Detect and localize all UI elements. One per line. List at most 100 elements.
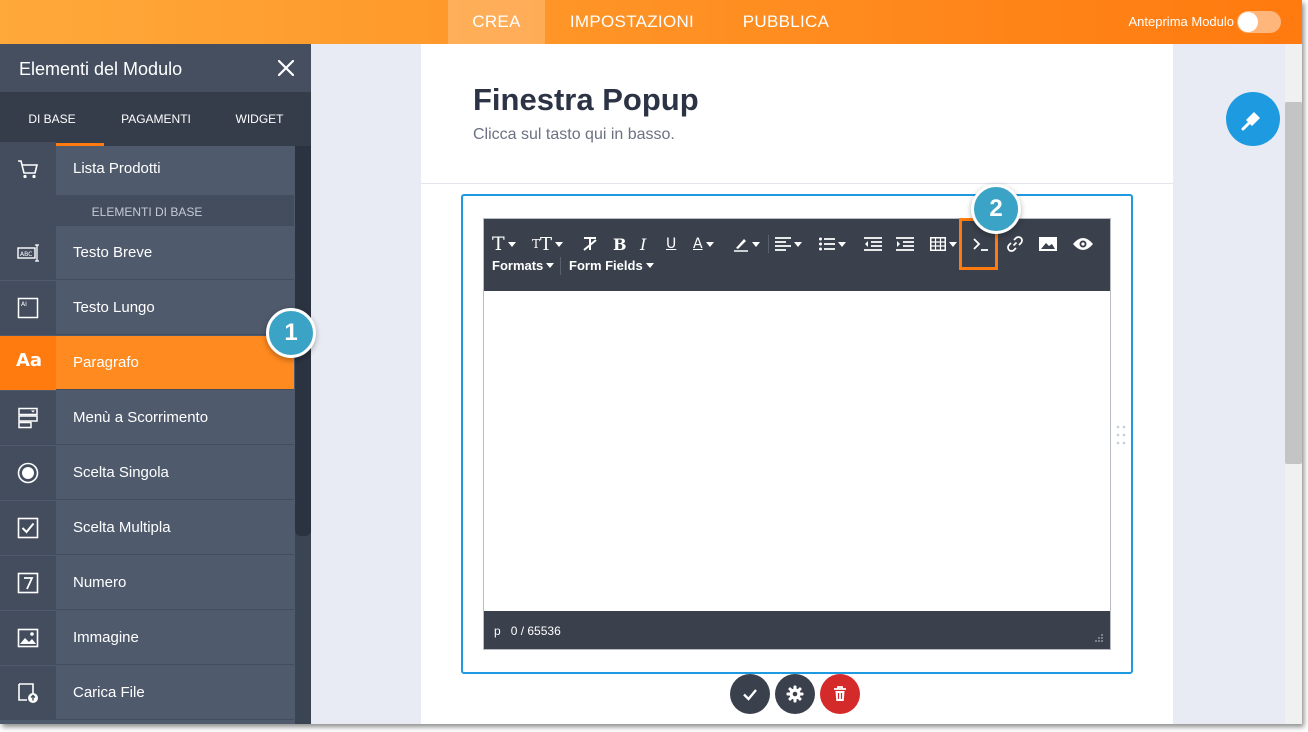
tab-di-base[interactable]: DI BASE [0, 92, 104, 146]
sidebar-item-label: Menù a Scorrimento [73, 409, 209, 426]
radio-icon [17, 462, 39, 484]
preview-icon[interactable] [1072, 233, 1094, 255]
resize-grip-icon[interactable] [1094, 633, 1104, 643]
sidebar-item-label: Immagine [73, 629, 139, 646]
sidebar-item-icon-box: AI [0, 281, 56, 335]
file-upload-icon [18, 683, 38, 703]
sidebar-element-list: Lista Prodotti ELEMENTI DI BASE ABC Test… [0, 142, 294, 724]
sidebar-header: Elementi del Modulo [0, 44, 311, 92]
tab-impostazioni[interactable]: IMPOSTAZIONI [545, 0, 719, 44]
sidebar-item-icon-box [0, 611, 56, 665]
sidebar-item-icon-box [0, 501, 56, 555]
paragraph-icon: Aa [16, 350, 43, 371]
gear-icon [786, 685, 804, 703]
sidebar-item-testo-lungo[interactable]: AI Testo Lungo [0, 281, 294, 335]
sidebar-item-label: Paragrafo [73, 354, 139, 371]
svg-text:ABC: ABC [20, 251, 32, 258]
image-icon [17, 628, 39, 648]
align-icon[interactable] [775, 233, 802, 255]
annotation-badge-1: 1 [266, 308, 316, 358]
italic-icon[interactable]: I [640, 233, 646, 255]
confirm-button[interactable] [730, 674, 770, 714]
sidebar-item-label: Scelta Multipla [73, 519, 171, 536]
preview-toggle[interactable] [1237, 11, 1281, 33]
form-fields-menu-label: Form Fields [569, 258, 643, 273]
form-designer-button[interactable] [1226, 92, 1280, 146]
tab-widget[interactable]: WIDGET [208, 92, 311, 146]
image-icon[interactable] [1039, 233, 1057, 255]
sidebar-item-lista-prodotti[interactable]: Lista Prodotti [0, 142, 294, 196]
sidebar-item-testo-breve[interactable]: ABC Testo Breve [0, 226, 294, 280]
dropdown-icon [18, 407, 38, 429]
sidebar-item-icon-box: Aa [0, 336, 56, 390]
highlight-icon[interactable] [733, 233, 760, 255]
sidebar-item-menu-scorrimento[interactable]: Menù a Scorrimento [0, 391, 294, 445]
editor-toolbar: T TT B I U A Formats Form Fields [484, 219, 1110, 291]
sidebar-item-icon-box [0, 142, 56, 196]
page-scrollbar[interactable] [1285, 44, 1302, 724]
status-path[interactable]: p 0 / 65536 [494, 624, 561, 638]
tab-crea[interactable]: CREA [448, 0, 545, 44]
tab-pubblica[interactable]: PUBBLICA [719, 0, 853, 44]
sidebar-item-immagine[interactable]: Immagine [0, 611, 294, 665]
form-subheading[interactable]: Clicca sul tasto qui in basso. [473, 126, 675, 144]
sidebar-item-label: Carica File [73, 684, 145, 701]
sidebar-item-scelta-multipla[interactable]: Scelta Multipla [0, 501, 294, 555]
annotation-badge-2: 2 [971, 184, 1021, 234]
formats-menu[interactable]: Formats [492, 258, 555, 273]
long-text-icon: AI [17, 297, 39, 319]
app-window: CREA IMPOSTAZIONI PUBBLICA Anteprima Mod… [0, 0, 1302, 724]
character-count: 0 / 65536 [510, 624, 561, 638]
sidebar-scrollbar[interactable] [295, 146, 311, 724]
page-scrollbar-thumb[interactable] [1285, 102, 1302, 464]
sidebar-item-label: Testo Lungo [73, 299, 155, 316]
toolbar-separator [560, 257, 561, 275]
form-heading[interactable]: Finestra Popup [473, 82, 699, 118]
preview-label: Anteprima Modulo [1128, 14, 1235, 29]
sidebar-item-label: Testo Breve [73, 244, 153, 261]
divider [421, 183, 1173, 184]
indent-icon[interactable] [896, 233, 914, 255]
clear-format-icon[interactable] [581, 233, 599, 255]
table-icon[interactable] [930, 233, 957, 255]
font-family-icon[interactable]: T [492, 233, 516, 255]
sidebar-item-icon-box: ABC [0, 226, 56, 280]
rich-text-editor: T TT B I U A Formats Form Fields p 0 / 6… [483, 218, 1111, 650]
section-header: ELEMENTI DI BASE [0, 196, 294, 226]
trash-icon [834, 686, 846, 701]
editor-content-area[interactable] [484, 291, 1110, 611]
check-icon [743, 689, 757, 701]
tab-pagamenti[interactable]: PAGAMENTI [104, 92, 208, 146]
shopping-cart-icon [18, 160, 39, 179]
toolbar-separator [768, 235, 769, 253]
text-color-icon[interactable]: A [693, 233, 714, 255]
sidebar-tabs: DI BASE PAGAMENTI WIDGET [0, 92, 311, 146]
sidebar-item-numero[interactable]: Numero [0, 556, 294, 610]
list-icon[interactable] [819, 233, 846, 255]
font-size-icon[interactable]: TT [532, 233, 564, 255]
sidebar-item-label: Scelta Singola [73, 464, 169, 481]
sidebar-item-icon-box [0, 666, 56, 720]
bold-icon[interactable]: B [613, 233, 627, 255]
toggle-knob [1238, 12, 1258, 32]
close-icon[interactable] [274, 56, 298, 80]
sidebar-item-label: Lista Prodotti [73, 160, 161, 177]
status-tag: p [494, 624, 501, 638]
link-icon[interactable] [1006, 233, 1024, 255]
form-fields-menu[interactable]: Form Fields [569, 258, 654, 273]
sidebar-item-carica-file[interactable]: Carica File [0, 666, 294, 720]
sidebar-item-paragrafo[interactable]: Aa Paragrafo [0, 336, 294, 390]
form-page: Finestra Popup Clicca sul tasto qui in b… [421, 44, 1173, 724]
drag-handle-icon[interactable] [1116, 424, 1126, 446]
underline-icon[interactable]: U [666, 233, 676, 255]
short-text-icon: ABC [17, 244, 39, 262]
number-icon [17, 572, 39, 594]
form-elements-sidebar: Elementi del Modulo DI BASE PAGAMENTI WI… [0, 44, 311, 724]
settings-button[interactable] [775, 674, 815, 714]
sidebar-item-icon-box [0, 391, 56, 445]
formats-menu-label: Formats [492, 258, 544, 273]
outdent-icon[interactable] [864, 233, 882, 255]
delete-button[interactable] [820, 674, 860, 714]
editor-statusbar: p 0 / 65536 [484, 611, 1110, 649]
sidebar-item-scelta-singola[interactable]: Scelta Singola [0, 446, 294, 500]
